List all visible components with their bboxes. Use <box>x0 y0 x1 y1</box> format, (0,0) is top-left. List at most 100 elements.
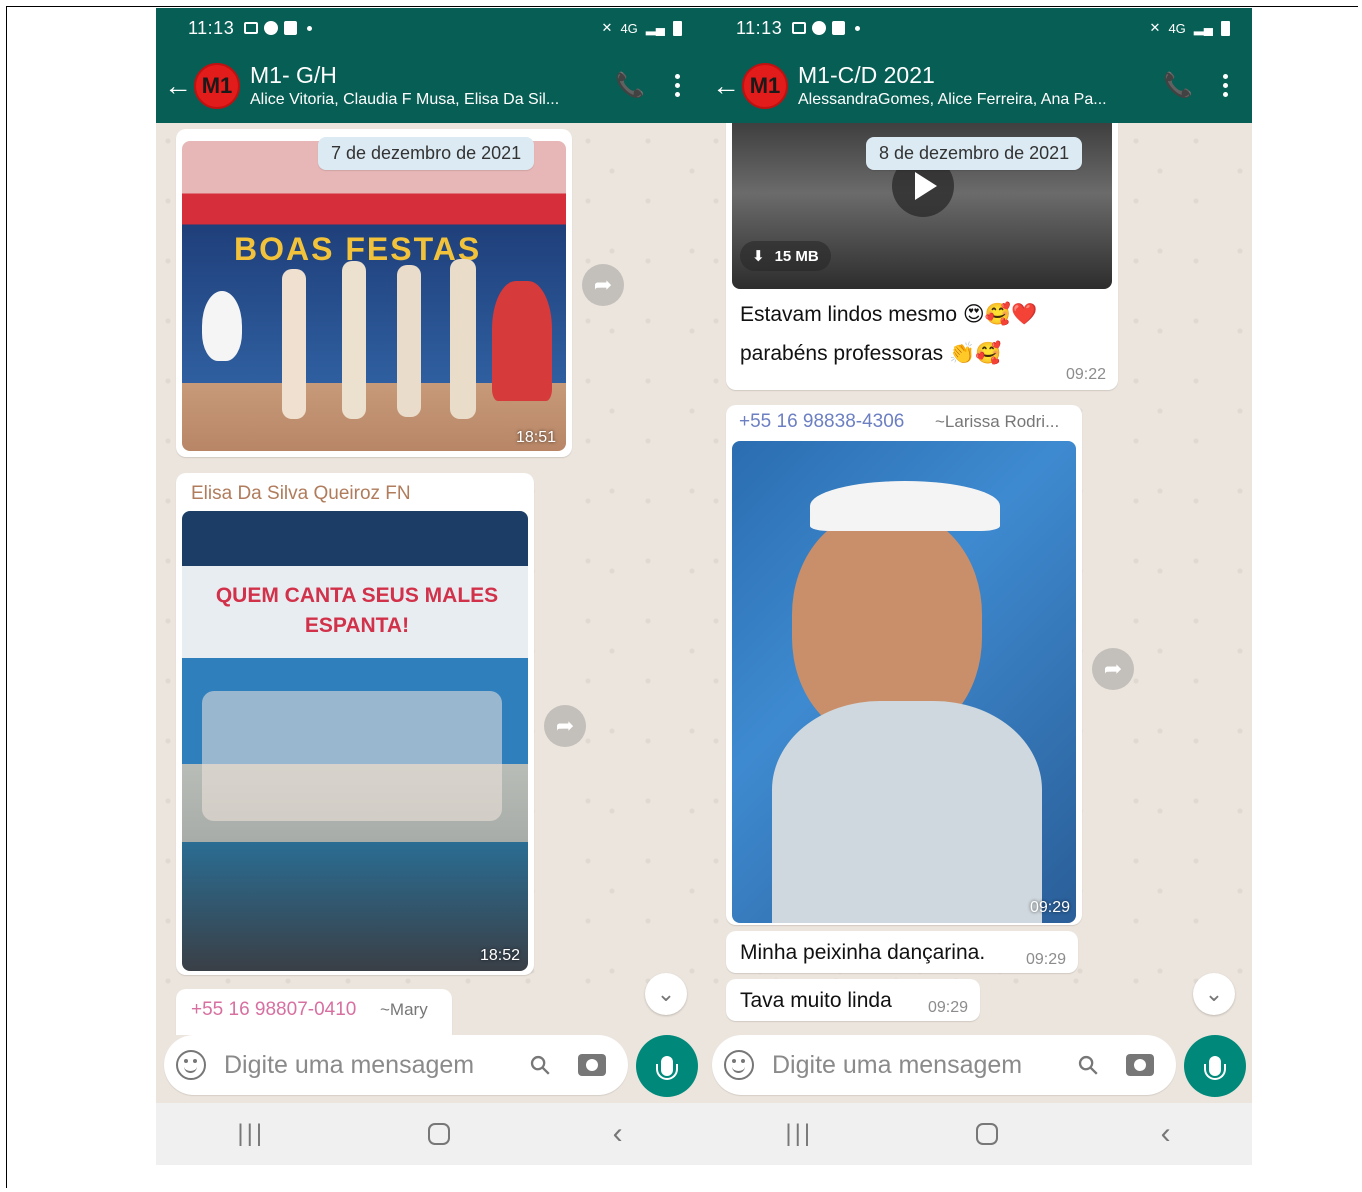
more-notifications-icon <box>307 25 313 31</box>
text-message[interactable]: Tava muito linda 09:29 <box>726 979 980 1021</box>
emoji-icon[interactable] <box>724 1050 754 1080</box>
home-icon[interactable] <box>975 1123 998 1145</box>
forward-icon[interactable]: ➦ <box>1092 648 1134 690</box>
chat-header[interactable]: ← M1 M1-C/D 2021 AlessandraGomes, Alice … <box>704 48 1252 123</box>
recents-icon[interactable]: ||| <box>237 1120 265 1148</box>
chat-title: M1- G/H <box>250 61 337 88</box>
image-message[interactable]: Elisa Da Silva Queiroz FN QUEM CANTA SEU… <box>176 473 534 975</box>
message-time: 18:52 <box>479 947 520 964</box>
download-icon: ⬇ <box>752 248 765 265</box>
input-placeholder[interactable]: Digite uma mensagem <box>224 1051 474 1080</box>
sender-alias: ~Mary <box>380 1000 428 1019</box>
header-actions: 📞 <box>1163 71 1252 100</box>
battery-icon <box>1221 20 1230 36</box>
message-text: Minha peixinha dançarina. <box>740 941 986 964</box>
forward-icon[interactable]: ➦ <box>544 705 586 747</box>
chat-title-block[interactable]: M1-C/D 2021 AlessandraGomes, Alice Ferre… <box>798 61 1138 111</box>
nav-back-icon[interactable]: ‹ <box>1161 1117 1171 1151</box>
camera-icon[interactable] <box>1126 1054 1154 1076</box>
scroll-down-icon[interactable]: ⌄ <box>645 973 687 1015</box>
facebook-icon <box>284 21 298 35</box>
message-text: Estavam lindos mesmo 😍🥰❤️ <box>740 303 1038 326</box>
sender-alias: ~Larissa Rodri... <box>935 412 1060 431</box>
signal-icon: ▂▄ <box>645 20 665 35</box>
class-photo[interactable]: QUEM CANTA SEUS MALES ESPANTA! <box>182 511 528 971</box>
account-icon <box>812 21 827 35</box>
child-figure <box>397 265 421 417</box>
attach-icon[interactable]: ⚲ <box>1071 1047 1106 1082</box>
sender-name: Elisa Da Silva Queiroz FN <box>191 483 411 504</box>
emoji-icon[interactable] <box>176 1050 206 1080</box>
message-time: 18:51 <box>515 429 556 446</box>
child-figure <box>342 261 366 419</box>
child-photo[interactable] <box>732 441 1076 923</box>
add-call-icon[interactable]: 📞 <box>1163 71 1193 100</box>
forward-icon[interactable]: ➦ <box>582 264 624 306</box>
date-chip: 8 de dezembro de 2021 <box>866 137 1083 170</box>
facebook-icon <box>832 21 846 35</box>
scroll-down-icon[interactable]: ⌄ <box>1193 973 1235 1015</box>
message-input[interactable]: Digite uma mensagem ⚲ <box>712 1035 1176 1095</box>
message-time: 09:22 <box>1065 366 1106 383</box>
notification-icons <box>792 21 861 35</box>
chat-title-block[interactable]: M1- G/H Alice Vitoria, Claudia F Musa, E… <box>250 61 590 111</box>
home-icon[interactable] <box>427 1123 450 1145</box>
text-message[interactable]: Minha peixinha dançarina. 09:29 <box>726 931 1078 973</box>
message-input[interactable]: Digite uma mensagem ⚲ <box>164 1035 628 1095</box>
paper-bib <box>772 701 1042 923</box>
gallery-icon <box>792 22 807 34</box>
more-vert-icon[interactable] <box>675 74 680 97</box>
mic-icon <box>1204 1056 1226 1080</box>
image-message[interactable]: +55 16 98838-4306 ~Larissa Rodri... 09:2… <box>726 405 1082 925</box>
mic-button[interactable] <box>636 1035 698 1097</box>
android-nav-bar: ||| ‹ <box>156 1103 704 1165</box>
paper-hat <box>810 481 1000 531</box>
group-avatar[interactable]: M1 <box>194 62 240 109</box>
group-avatar[interactable]: M1 <box>742 62 788 109</box>
nav-back-icon[interactable]: ‹ <box>613 1117 623 1151</box>
network-label: 4G <box>1168 20 1186 36</box>
add-call-icon[interactable]: 📞 <box>615 71 645 100</box>
chat-area[interactable]: ⬇ 15 MB Estavam lindos mesmo 😍🥰❤️ parabé… <box>704 123 1252 1035</box>
text-message-partial[interactable]: +55 16 98807-0410 ~Mary <box>176 989 452 1035</box>
santa-decoration <box>492 281 552 401</box>
attach-icon[interactable]: ⚲ <box>523 1047 558 1082</box>
recents-icon[interactable]: ||| <box>785 1120 813 1148</box>
compose-bar: Digite uma mensagem ⚲ <box>156 1035 704 1103</box>
sender-phone: +55 16 98807-0410 <box>191 999 357 1020</box>
message-time: 09:29 <box>1025 951 1066 968</box>
message-time: 09:29 <box>927 999 968 1016</box>
phone-left: 11:13 ✕ 4G ▂▄ ← M1 M1- G/H Alice Vitoria… <box>156 8 704 1165</box>
chat-title: M1-C/D 2021 <box>798 61 935 88</box>
back-arrow-icon[interactable]: ← <box>712 71 740 100</box>
status-bar: 11:13 ✕ 4G ▂▄ <box>704 8 1252 48</box>
mic-button[interactable] <box>1184 1035 1246 1097</box>
chat-members: Alice Vitoria, Claudia F Musa, Elisa Da … <box>250 90 560 108</box>
snowman-decoration <box>202 291 242 361</box>
chat-header[interactable]: ← M1 M1- G/H Alice Vitoria, Claudia F Mu… <box>156 48 704 123</box>
message-text: Tava muito linda <box>740 989 892 1012</box>
boas-festas-photo[interactable]: BOAS FESTAS <box>182 141 566 451</box>
download-chip[interactable]: ⬇ 15 MB <box>740 241 831 271</box>
camera-icon[interactable] <box>578 1054 606 1076</box>
chat-area[interactable]: BOAS FESTAS 18:51 7 de dezembro de 2021 … <box>156 123 704 1035</box>
status-bar: 11:13 ✕ 4G ▂▄ <box>156 8 704 48</box>
input-placeholder[interactable]: Digite uma mensagem <box>772 1051 1022 1080</box>
message-text: parabéns professoras 👏🥰 <box>740 342 1002 365</box>
back-arrow-icon[interactable]: ← <box>164 71 192 100</box>
notification-icons <box>244 21 313 35</box>
chat-members: AlessandraGomes, Alice Ferreira, Ana Pa.… <box>798 90 1107 108</box>
account-icon <box>264 21 279 35</box>
compose-bar: Digite uma mensagem ⚲ <box>704 1035 1252 1103</box>
header-actions: 📞 <box>615 71 704 100</box>
status-time: 11:13 <box>188 17 235 38</box>
children-group <box>202 691 502 821</box>
status-time: 11:13 <box>736 17 783 38</box>
system-icons: ✕ 4G ▂▄ <box>1150 20 1230 36</box>
image-message[interactable]: BOAS FESTAS 18:51 <box>176 129 572 457</box>
more-vert-icon[interactable] <box>1223 74 1228 97</box>
gallery-icon <box>244 22 259 34</box>
message-time: 09:29 <box>1029 899 1070 916</box>
mic-icon <box>656 1056 678 1080</box>
signal-icon: ▂▄ <box>1193 20 1213 35</box>
